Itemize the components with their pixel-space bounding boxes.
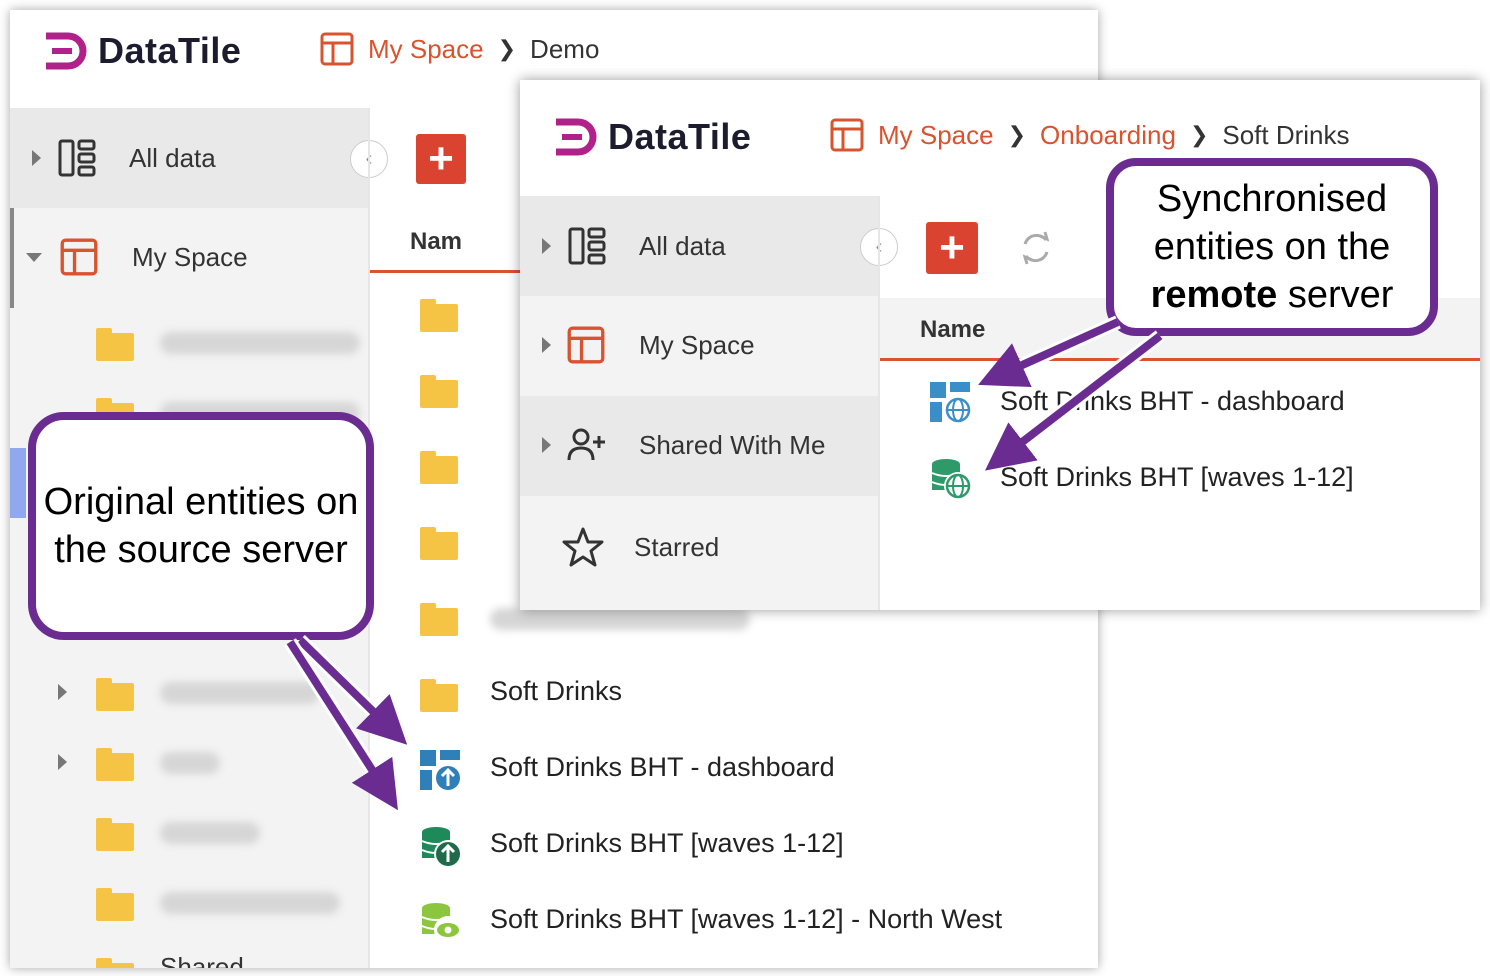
blurred-folder-name <box>160 752 220 774</box>
folder-icon <box>420 679 458 712</box>
blurred-folder-name <box>160 682 320 704</box>
database-upload-icon <box>421 827 462 868</box>
database-view-icon <box>421 903 462 944</box>
callout-line-rest: server <box>1277 274 1394 316</box>
datatile-logo[interactable]: DataTile <box>552 116 751 158</box>
blurred-folder-name <box>160 332 360 354</box>
sidebar-item-my-space[interactable]: My Space <box>542 326 755 364</box>
add-button[interactable]: + <box>416 134 466 184</box>
breadcrumb: My Space ❯ Demo <box>320 32 599 66</box>
list-item-label[interactable]: Soft Drinks BHT [waves 1-12] - North Wes… <box>490 904 1002 935</box>
refresh-icon[interactable] <box>1016 228 1056 268</box>
header-underline <box>880 358 1480 361</box>
blurred-folder-name <box>160 822 260 844</box>
folder-icon <box>96 678 134 711</box>
pane-divider <box>878 196 880 610</box>
source-server-callout: Original entities on the source server <box>28 412 374 640</box>
sidebar-item-all-data[interactable]: All data <box>542 226 726 266</box>
callout-line: remote server <box>1151 271 1394 319</box>
app-name: DataTile <box>608 116 752 157</box>
sidebar-item-label: All data <box>639 230 726 261</box>
space-icon <box>60 238 98 276</box>
folder-icon <box>420 375 458 408</box>
breadcrumb-current: Soft Drinks <box>1222 119 1350 150</box>
caret-right-icon[interactable] <box>58 684 67 700</box>
sidebar-item-starred[interactable]: Starred <box>562 526 719 568</box>
list-item-label[interactable]: Soft Drinks BHT [waves 1-12] <box>490 828 844 859</box>
caret-right-icon <box>542 337 551 353</box>
list-item-label[interactable]: Soft Drinks BHT - dashboard <box>490 752 835 783</box>
selection-marker <box>10 448 26 518</box>
breadcrumb-current: Demo <box>530 33 600 64</box>
caret-down-icon <box>26 252 42 262</box>
space-icon <box>830 118 864 152</box>
space-icon <box>567 326 605 364</box>
sidebar-item-my-space[interactable]: My Space <box>26 238 248 276</box>
chevron-right-icon: ❯ <box>497 36 517 61</box>
list-item-label[interactable]: Soft Drinks BHT [waves 1-12] <box>1000 462 1354 493</box>
star-icon <box>562 527 604 567</box>
app-name: DataTile <box>98 30 242 71</box>
sidebar-item-label: My Space <box>639 329 755 360</box>
database-globe-icon <box>931 459 972 500</box>
callout-text: Synchronised entities on the remote serv… <box>1151 175 1394 319</box>
folder-icon <box>96 958 134 968</box>
folder-icon <box>420 451 458 484</box>
sidebar-item-label: Starred <box>634 531 720 562</box>
folder-icon <box>96 888 134 921</box>
remote-server-callout: Synchronised entities on the remote serv… <box>1106 158 1438 336</box>
blurred-folder-name <box>160 892 340 914</box>
folder-icon <box>96 748 134 781</box>
callout-bold-word: remote <box>1150 274 1278 316</box>
datatile-logo-icon <box>46 32 87 70</box>
datatile-logo[interactable]: DataTile <box>42 30 241 72</box>
sidebar-item-label: My Space <box>132 241 248 272</box>
caret-right-icon <box>542 437 551 453</box>
all-data-icon <box>568 227 606 265</box>
callout-line: Synchronised <box>1156 178 1388 220</box>
add-person-icon <box>567 428 605 461</box>
breadcrumb-onboarding[interactable]: Onboarding <box>1040 120 1176 151</box>
list-item-label[interactable]: Soft Drinks BHT - dashboard <box>1000 386 1345 417</box>
sidebar-item-shared[interactable]: Shared <box>160 952 244 968</box>
folder-icon <box>420 527 458 560</box>
caret-right-icon[interactable] <box>58 754 67 770</box>
callout-line: entities on the <box>1153 226 1391 268</box>
dashboard-globe-icon <box>930 382 972 424</box>
datatile-logo-icon <box>556 118 597 156</box>
add-button[interactable]: + <box>926 222 978 274</box>
sidebar-item-all-data[interactable]: All data <box>32 138 216 178</box>
folder-icon <box>420 603 458 636</box>
chevron-right-icon: ❯ <box>1007 122 1027 147</box>
breadcrumb-my-space[interactable]: My Space <box>368 34 484 65</box>
space-icon <box>320 32 354 66</box>
plus-icon: + <box>939 223 965 272</box>
plus-icon: + <box>428 134 454 183</box>
all-data-icon <box>58 139 96 177</box>
active-indicator <box>10 208 14 308</box>
caret-right-icon <box>32 150 41 166</box>
sidebar-item-label: All data <box>129 142 216 173</box>
column-header-name[interactable]: Name <box>920 316 985 344</box>
dashboard-upload-icon <box>420 750 462 792</box>
breadcrumb-my-space[interactable]: My Space <box>878 120 994 151</box>
chevron-right-icon: ❯ <box>1189 122 1209 147</box>
column-header-name[interactable]: Nam <box>410 228 462 256</box>
breadcrumb: My Space ❯ Onboarding ❯ Soft Drinks <box>830 118 1350 152</box>
sidebar-item-shared-with-me[interactable]: Shared With Me <box>542 426 825 464</box>
blurred-folder-name <box>490 608 750 630</box>
folder-icon <box>96 328 134 361</box>
folder-icon <box>96 818 134 851</box>
folder-icon <box>420 299 458 332</box>
caret-right-icon <box>542 238 551 254</box>
list-item-label[interactable]: Soft Drinks <box>490 676 622 707</box>
sidebar-item-label: Shared With Me <box>639 429 826 460</box>
callout-text: Original entities on the source server <box>43 481 359 571</box>
